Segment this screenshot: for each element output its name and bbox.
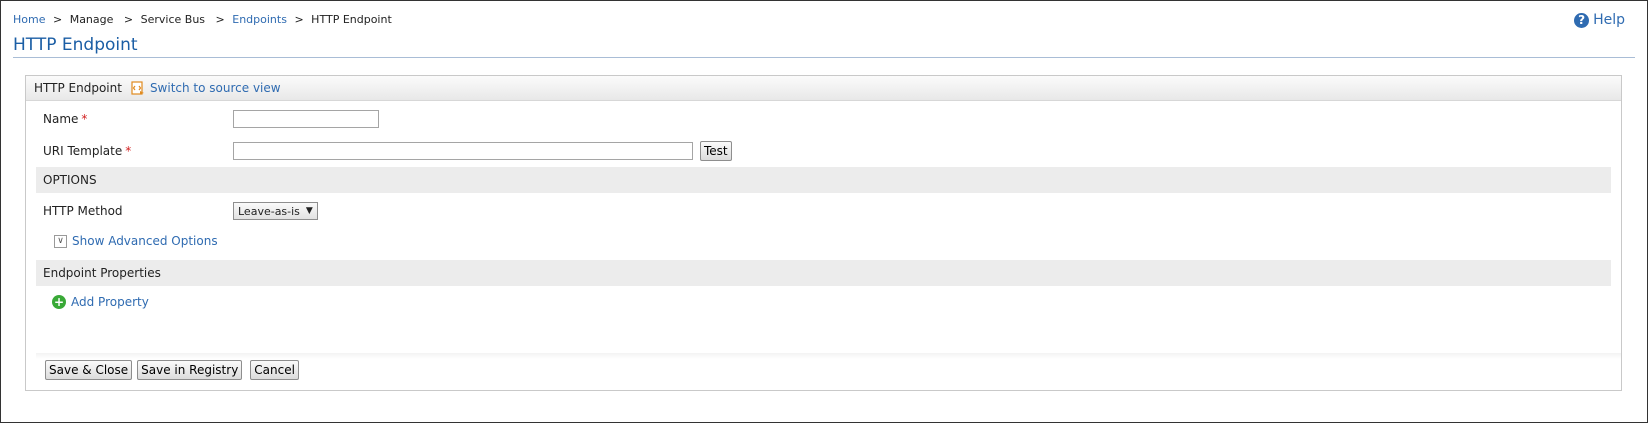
uri-row: URI Template * Test bbox=[36, 141, 1611, 161]
breadcrumb-separator: > bbox=[215, 13, 225, 26]
required-mark: * bbox=[125, 144, 132, 158]
panel-header: HTTP Endpoint Switch to source view bbox=[26, 76, 1621, 101]
footer-divider bbox=[36, 353, 1621, 359]
show-advanced-options-link[interactable]: Show Advanced Options bbox=[72, 234, 218, 248]
http-method-row: HTTP Method Leave-as-is ▼ bbox=[36, 202, 1611, 220]
add-icon[interactable]: + bbox=[52, 295, 66, 309]
switch-source-view-link[interactable]: Switch to source view bbox=[150, 81, 281, 95]
uri-template-input[interactable] bbox=[233, 142, 693, 160]
title-divider bbox=[13, 57, 1635, 58]
breadcrumb-separator: > bbox=[52, 13, 63, 26]
endpoint-form-panel: HTTP Endpoint Switch to source view Name… bbox=[25, 75, 1622, 391]
uri-label-text: URI Template bbox=[43, 144, 123, 158]
show-advanced-checkbox[interactable]: ∨ bbox=[54, 234, 67, 248]
save-close-button[interactable]: Save & Close bbox=[45, 360, 133, 380]
http-method-value: Leave-as-is bbox=[238, 204, 300, 218]
breadcrumb-home-link[interactable]: Home bbox=[13, 13, 45, 26]
uri-label: URI Template * bbox=[36, 144, 233, 158]
cancel-button[interactable]: Cancel bbox=[250, 360, 299, 380]
test-button[interactable]: Test bbox=[700, 141, 732, 161]
help-link[interactable]: ? Help bbox=[1574, 12, 1625, 28]
panel-header-title: HTTP Endpoint bbox=[34, 81, 122, 95]
action-buttons: Save & Close Save in Registry Cancel bbox=[45, 360, 1611, 380]
help-label: Help bbox=[1593, 12, 1625, 28]
options-section-header: OPTIONS bbox=[36, 167, 1611, 193]
breadcrumb-manage: Manage bbox=[69, 13, 114, 26]
breadcrumb: Home > Manage > Service Bus > Endpoints … bbox=[13, 13, 395, 26]
name-row: Name * bbox=[36, 110, 1611, 128]
name-label: Name * bbox=[36, 112, 233, 126]
help-icon: ? bbox=[1574, 12, 1590, 28]
http-method-select[interactable]: Leave-as-is ▼ bbox=[233, 202, 318, 220]
save-in-registry-button[interactable]: Save in Registry bbox=[137, 360, 243, 380]
name-input[interactable] bbox=[233, 110, 379, 128]
page-title: HTTP Endpoint bbox=[13, 35, 138, 55]
http-method-label: HTTP Method bbox=[43, 204, 123, 218]
endpoint-properties-header: Endpoint Properties bbox=[36, 260, 1611, 286]
add-property-row[interactable]: + Add Property bbox=[52, 295, 1611, 309]
show-advanced-row[interactable]: ∨ Show Advanced Options bbox=[54, 234, 1611, 248]
breadcrumb-separator: > bbox=[123, 13, 134, 26]
chevron-down-icon: ▼ bbox=[305, 206, 313, 216]
breadcrumb-endpoints-link[interactable]: Endpoints bbox=[232, 13, 287, 26]
add-property-link[interactable]: Add Property bbox=[71, 295, 149, 309]
name-label-text: Name bbox=[43, 112, 79, 126]
breadcrumb-current: HTTP Endpoint bbox=[311, 13, 392, 26]
breadcrumb-separator: > bbox=[294, 13, 304, 26]
required-mark: * bbox=[81, 112, 88, 126]
breadcrumb-service-bus: Service Bus bbox=[140, 13, 206, 26]
source-view-icon[interactable] bbox=[131, 81, 145, 95]
